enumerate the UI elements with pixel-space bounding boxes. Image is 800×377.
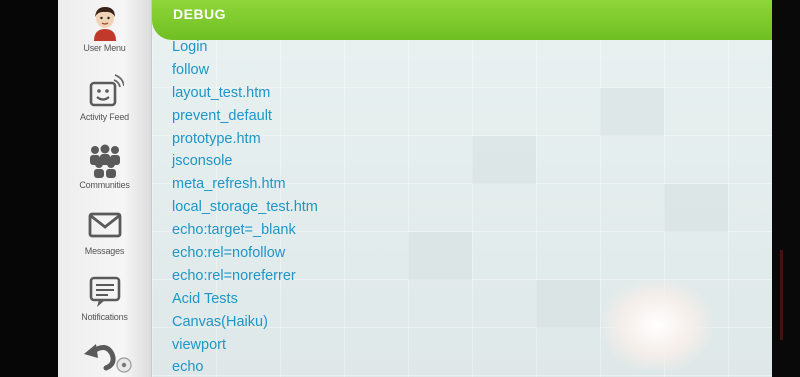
sidebar-item-label: User Menu [83,43,126,53]
background-tile [408,232,472,280]
debug-link-list: Login follow layout_test.htm prevent_def… [172,36,318,377]
screen: User Menu Activity Feed Communities Mess… [58,0,772,377]
header-bar: DEBUG [152,0,772,40]
sidebar-item-label: Messages [84,246,125,256]
sidebar-item-messages[interactable]: Messages [58,206,151,272]
notification-list-icon [89,276,121,307]
link-echo-rel-nofollow[interactable]: echo:rel=nofollow [172,242,318,265]
sidebar-item-user-menu[interactable]: User Menu [58,3,151,69]
background-tile [472,136,536,184]
link-echo[interactable]: echo [172,356,318,377]
screen-bezel-left [0,0,58,377]
sidebar-item-activity-feed[interactable]: Activity Feed [58,72,151,138]
link-viewport[interactable]: viewport [172,334,318,357]
back-button[interactable] [78,338,134,374]
back-arrow-icon [84,344,132,373]
link-meta-refresh[interactable]: meta_refresh.htm [172,173,318,196]
background-tile [600,88,664,136]
sidebar-item-communities[interactable]: Communities [58,140,151,206]
link-login[interactable]: Login [172,36,318,59]
background-tile [536,280,600,328]
link-follow[interactable]: follow [172,59,318,82]
user-avatar-icon [94,7,116,41]
link-local-storage-test[interactable]: local_storage_test.htm [172,196,318,219]
page-title: DEBUG [173,6,227,22]
people-group-icon [90,144,120,178]
link-prevent-default[interactable]: prevent_default [172,105,318,128]
envelope-icon [88,212,122,238]
background-tile [664,184,728,232]
link-echo-target-blank[interactable]: echo:target=_blank [172,219,318,242]
sidebar-item-label: Notifications [81,312,128,322]
link-jsconsole[interactable]: jsconsole [172,150,318,173]
screen-bezel-right [772,0,800,377]
link-prototype[interactable]: prototype.htm [172,128,318,151]
screen-glare [602,280,712,370]
content-area: Login follow layout_test.htm prevent_def… [152,39,772,377]
link-acid-tests[interactable]: Acid Tests [172,288,318,311]
sidebar-item-label: Activity Feed [80,112,129,122]
link-layout-test[interactable]: layout_test.htm [172,82,318,105]
sidebar-item-label: Communities [79,180,130,190]
link-canvas-haiku[interactable]: Canvas(Haiku) [172,311,318,334]
bezel-glare [780,250,783,340]
sidebar-item-notifications[interactable]: Notifications [58,272,151,338]
link-echo-rel-noreferrer[interactable]: echo:rel=noreferrer [172,265,318,288]
sidebar: User Menu Activity Feed Communities Mess… [58,0,152,377]
smiley-feed-icon [89,74,124,107]
